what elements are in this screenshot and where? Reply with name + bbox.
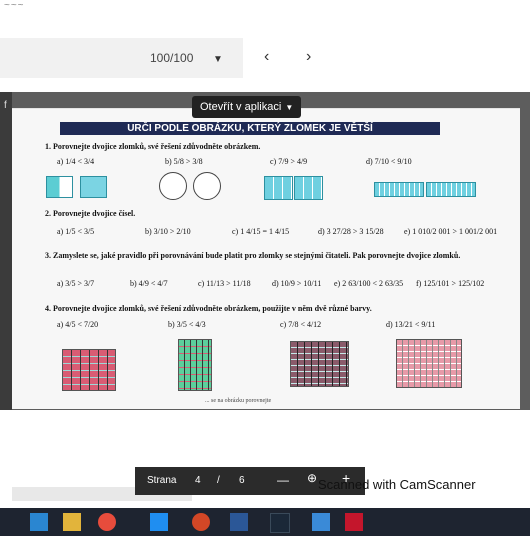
chat-icon[interactable] <box>150 513 168 531</box>
task4-item-a-text: a) 4/5 < 7/20 <box>57 320 99 329</box>
task3-text: 3. Zamyslete se, jaké pravidlo při porov… <box>45 251 461 260</box>
task1-item-d: d) 7/10 < 9/10 <box>366 157 412 166</box>
footer-partial-text: ... se na obrázku porovnejte <box>205 398 272 404</box>
word-icon[interactable] <box>230 513 248 531</box>
fraction-picture-a1 <box>46 176 73 198</box>
page-separator: / <box>217 475 220 486</box>
current-page[interactable]: 4 <box>195 475 201 486</box>
fraction-picture-4b <box>178 339 212 391</box>
minus-icon[interactable]: — <box>277 473 289 487</box>
chrome-icon[interactable] <box>98 513 116 531</box>
task3-item-d: d) 10/9 > 10/11 <box>272 279 322 288</box>
page-counter: 100/100 <box>150 51 194 65</box>
left-edge-glyph: f <box>4 100 7 111</box>
task2-item-b: b) 3/10 > 2/10 <box>145 227 191 236</box>
steam-icon[interactable] <box>270 513 290 533</box>
total-pages: 6 <box>239 475 245 486</box>
powerpoint-icon[interactable] <box>192 513 210 531</box>
task2-item-c: c) 1 4/15 = 1 4/15 <box>232 227 290 236</box>
fraction-picture-4c <box>290 341 349 387</box>
fraction-picture-4a <box>62 349 116 391</box>
task4-item-b: b) 3/5 < 4/3 <box>168 320 206 329</box>
fraction-picture-4d <box>396 339 462 388</box>
task4-item-c: c) 7/8 < 4/12 <box>280 320 321 329</box>
fraction-picture-c2 <box>294 176 323 200</box>
top-glyph: ~~~ <box>4 0 25 11</box>
open-in-app-button[interactable]: Otevřít v aplikaci ▼ <box>192 96 302 118</box>
taskbar <box>0 508 530 536</box>
task3-item-f: f) 125/101 > 125/102 <box>416 279 485 288</box>
task1-text: 1. Porovnejte dvojice zlomků, své řešení… <box>45 142 261 151</box>
fraction-picture-a2 <box>80 176 107 198</box>
fraction-picture-d1 <box>374 182 424 197</box>
task4-item-b-text: b) 3/5 < 4/3 <box>168 320 206 329</box>
fraction-picture-c1 <box>264 176 293 200</box>
viewer-left-edge <box>0 92 12 410</box>
task1-item-b: b) 5/8 > 3/8 <box>165 157 203 166</box>
open-in-app-label: Otevřít v aplikaci <box>200 101 282 113</box>
page-selector-bar[interactable] <box>0 38 243 78</box>
mail-icon[interactable] <box>30 513 48 531</box>
task1-item-a: a) 1/4 < 3/4 <box>57 157 95 166</box>
worksheet-header: URČI PODLE OBRÁZKU, KTERÝ ZLOMEK JE VĚTŠ… <box>60 122 440 135</box>
acrobat-icon[interactable] <box>345 513 363 531</box>
chevron-right-icon[interactable]: › <box>306 48 311 66</box>
fraction-circle-b2 <box>193 172 221 200</box>
chevron-left-icon[interactable]: ‹ <box>264 48 269 66</box>
task4-item-c-text: c) 7/8 < 4/12 <box>280 320 322 329</box>
task3-item-e: e) 2 63/100 < 2 63/35 <box>334 279 404 288</box>
triangle-down-icon[interactable]: ▼ <box>213 54 223 65</box>
task4-item-d-text: d) 13/21 < 9/11 <box>386 320 436 329</box>
task4-text: 4. Porovnejte dvojice zlomků, své řešení… <box>45 304 372 313</box>
task2-text: 2. Porovnejte dvojice čísel. <box>45 209 136 218</box>
photos-icon[interactable] <box>312 513 330 531</box>
fraction-circle-b1 <box>159 172 187 200</box>
task3-item-a: a) 3/5 > 3/7 <box>57 279 95 288</box>
zoom-in-icon[interactable]: ⊕ <box>307 471 317 485</box>
caret-down-icon: ▼ <box>285 103 294 112</box>
task3-item-c: c) 11/13 > 11/18 <box>198 279 251 288</box>
page-root: { "browser": { "top_glyph": "~~~", "page… <box>0 0 530 536</box>
task4-item-a: a) 4/5 < 7/20 <box>57 320 98 329</box>
task2-item-e: e) 1 010/2 001 > 1 001/2 001 <box>404 227 498 236</box>
task2-item-a: a) 1/5 < 3/5 <box>57 227 95 236</box>
page-label: Strana <box>147 475 177 486</box>
camscanner-watermark: Scanned with CamScanner <box>318 477 476 492</box>
task3-item-b: b) 4/9 < 4/7 <box>130 279 168 288</box>
task1-item-c: c) 7/9 > 4/9 <box>270 157 308 166</box>
task4-item-d: d) 13/21 < 9/11 <box>386 320 435 329</box>
folder-icon[interactable] <box>63 513 81 531</box>
task2-item-d: d) 3 27/28 > 3 15/28 <box>318 227 384 236</box>
fraction-picture-d2 <box>426 182 476 197</box>
